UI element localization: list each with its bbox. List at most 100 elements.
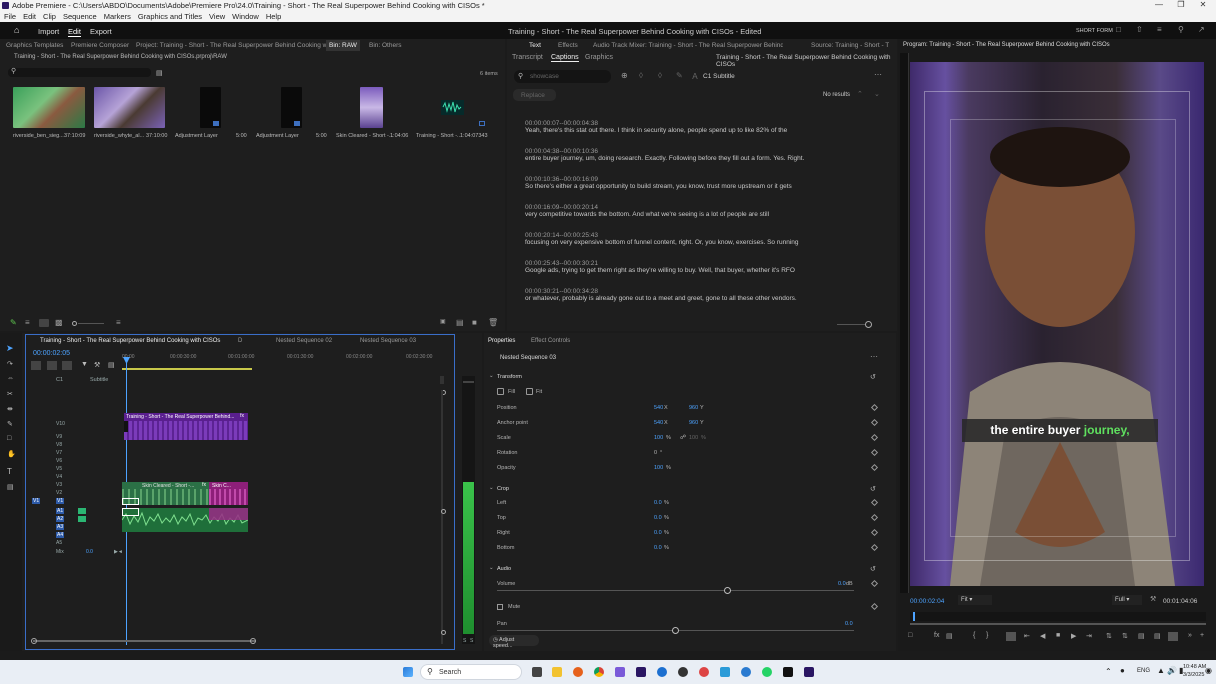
caption-zoom-handle[interactable] — [865, 321, 872, 328]
hscroll-right-handle[interactable] — [250, 638, 256, 644]
meter-solo-left[interactable]: S — [463, 638, 466, 644]
app-icon[interactable] — [615, 667, 625, 677]
selected-clip-v1[interactable] — [122, 498, 139, 505]
track-v7-label[interactable]: V7 — [56, 450, 62, 456]
program-monitor-tab[interactable]: Program: Training - Short - The Real Sup… — [903, 42, 1110, 48]
keyframe-toggle-icon[interactable] — [870, 513, 879, 522]
menu-sequence[interactable]: Sequence — [63, 12, 97, 21]
keyframe-toggle-icon[interactable] — [870, 543, 879, 552]
track-a1-label[interactable]: A1 — [56, 508, 65, 514]
add-button-icon[interactable]: + — [1200, 632, 1204, 639]
clock-date[interactable]: 3/3/2025 — [1183, 672, 1204, 678]
timeline-tab-main[interactable]: Training - Short - The Real Superpower B… — [40, 338, 220, 344]
split-icon[interactable]: ◊ — [658, 71, 662, 80]
tab-text[interactable]: Text — [529, 42, 541, 49]
track-v5-label[interactable]: V5 — [56, 466, 62, 472]
video-clip-v3-b[interactable]: Skin C... — [209, 482, 248, 505]
app-icon[interactable] — [699, 667, 709, 677]
panel-layout-icon[interactable]: □ — [1116, 25, 1121, 34]
mix-value[interactable]: 0.0 — [86, 549, 93, 555]
scale-width-value[interactable]: 100 — [654, 435, 663, 441]
nested-clip-v10[interactable]: Training - Short - The Real Superpower B… — [124, 413, 248, 440]
keyframe-toggle-icon[interactable] — [870, 433, 879, 442]
caption-timecode[interactable]: 00:00:25:43--00:00:30:21 — [525, 260, 890, 267]
crop-bottom-value[interactable]: 0.0 — [654, 545, 662, 551]
icon-view-icon[interactable] — [39, 319, 49, 327]
firefox-icon[interactable] — [573, 667, 583, 677]
timeline-hscroll[interactable] — [33, 640, 255, 642]
caption-track-label[interactable]: C1 Subtitle — [703, 73, 735, 80]
track-v6-label[interactable]: V6 — [56, 458, 62, 464]
merge-icon[interactable]: ◊ — [639, 71, 643, 80]
taskbar-search[interactable]: ⚲ Search — [420, 664, 522, 680]
track-divider-handle[interactable] — [441, 509, 446, 514]
caption-timecode[interactable]: 00:00:16:09--00:00:20:14 — [525, 204, 890, 211]
project-search-input[interactable]: ⚲ — [8, 68, 151, 77]
fit-icon[interactable] — [526, 388, 533, 395]
mute-a2-toggle[interactable] — [78, 516, 86, 522]
tab-premiere-composer[interactable]: Premiere Composer — [71, 42, 129, 49]
timeline-tab-d[interactable]: D — [238, 338, 242, 344]
track-a3-label[interactable]: A3 — [56, 524, 65, 530]
menu-icon[interactable]: ≡ — [1157, 25, 1162, 34]
fill-icon[interactable] — [497, 388, 504, 395]
search-icon[interactable]: ⚲ — [1178, 25, 1184, 34]
crop-right-value[interactable]: 0.0 — [654, 530, 662, 536]
track-v8-label[interactable]: V8 — [56, 442, 62, 448]
track-a4-label[interactable]: A4 — [56, 532, 65, 538]
razor-tool-icon[interactable]: ✂ — [7, 390, 13, 398]
anchor-x-value[interactable]: 540 — [654, 420, 663, 426]
menu-graphics[interactable]: Graphics and Titles — [138, 12, 202, 21]
transform-section-label[interactable]: Transform — [497, 374, 522, 380]
crop-top-value[interactable]: 0.0 — [654, 515, 662, 521]
caption-search-input[interactable]: ⚲ showcase — [514, 70, 611, 83]
caption-text[interactable]: focusing on very expensive bottom of fun… — [525, 239, 890, 246]
rectangle-tool-icon[interactable]: □ — [7, 435, 11, 442]
audio-section-label[interactable]: Audio — [497, 566, 511, 572]
track-v2-label[interactable]: V2 — [56, 490, 62, 496]
stop-icon[interactable]: ■ — [1056, 632, 1060, 639]
track-a5-label[interactable]: A5 — [56, 540, 62, 546]
adjust-speed-button[interactable]: ◷ Adjust speed... — [489, 635, 539, 649]
chevron-down-icon[interactable]: ⌄ — [489, 565, 494, 571]
caption-text[interactable]: entire buyer journey, um, doing research… — [525, 155, 890, 162]
freeform-view-icon[interactable]: ▩ — [55, 318, 63, 327]
audition-icon[interactable] — [804, 667, 814, 677]
keyframe-toggle-icon[interactable] — [870, 602, 879, 611]
tab-effect-controls[interactable]: Effect Controls — [531, 338, 570, 344]
more-buttons-icon[interactable]: » — [1188, 632, 1192, 639]
microphone-icon[interactable]: ● — [1120, 666, 1125, 675]
more-options-icon[interactable]: ⋯ — [870, 352, 878, 361]
reset-transform-icon[interactable]: ↺ — [870, 373, 876, 381]
anchor-y-value[interactable]: 960 — [689, 420, 698, 426]
share-icon[interactable]: ⇧ — [1136, 25, 1143, 34]
caption-text[interactable]: Google ads, trying to get them right as … — [525, 267, 890, 274]
home-icon[interactable]: ⌂ — [14, 25, 19, 35]
track-v1-label[interactable]: V1 — [56, 498, 65, 504]
caption-timecode[interactable]: 00:00:00:07--00:00:04:38 — [525, 120, 890, 127]
menu-window[interactable]: Window — [232, 12, 259, 21]
tab-bin-others[interactable]: Bin: Others — [369, 42, 402, 49]
windows-start-icon[interactable] — [403, 667, 413, 677]
subtab-captions[interactable]: Captions — [551, 54, 579, 62]
snap-icon[interactable] — [31, 361, 41, 370]
previous-result-icon[interactable]: ⌃ — [857, 90, 863, 98]
media-thumbnail[interactable] — [13, 87, 85, 128]
replace-button[interactable]: Replace — [513, 89, 556, 101]
volume-slider[interactable] — [497, 590, 854, 591]
hscroll-left-handle[interactable] — [31, 638, 37, 644]
file-explorer-icon[interactable] — [552, 667, 562, 677]
audio-clip-magenta[interactable] — [209, 508, 248, 520]
slip-tool-icon[interactable]: ⇼ — [7, 405, 13, 413]
maximize-icon[interactable]: ❐ — [1170, 0, 1192, 11]
comparison-icon[interactable] — [1168, 632, 1178, 641]
caption-tool-icon[interactable]: ▤ — [7, 483, 14, 491]
tab-effects[interactable]: Effects — [558, 42, 578, 49]
volume-slider-handle[interactable] — [724, 587, 731, 594]
reset-audio-icon[interactable]: ↺ — [870, 565, 876, 573]
caption-text[interactable]: So there's either a great opportunity to… — [525, 183, 890, 190]
caption-timecode[interactable]: 00:00:10:36--00:00:16:09 — [525, 176, 890, 183]
new-item-icon[interactable]: ■ — [472, 318, 477, 327]
time-ruler[interactable]: 00:00 00:00:30:00 00:01:00:00 00:01:30:0… — [122, 351, 442, 371]
tab-audio-mixer[interactable]: Audio Track Mixer: Training - Short - Th… — [593, 42, 783, 49]
